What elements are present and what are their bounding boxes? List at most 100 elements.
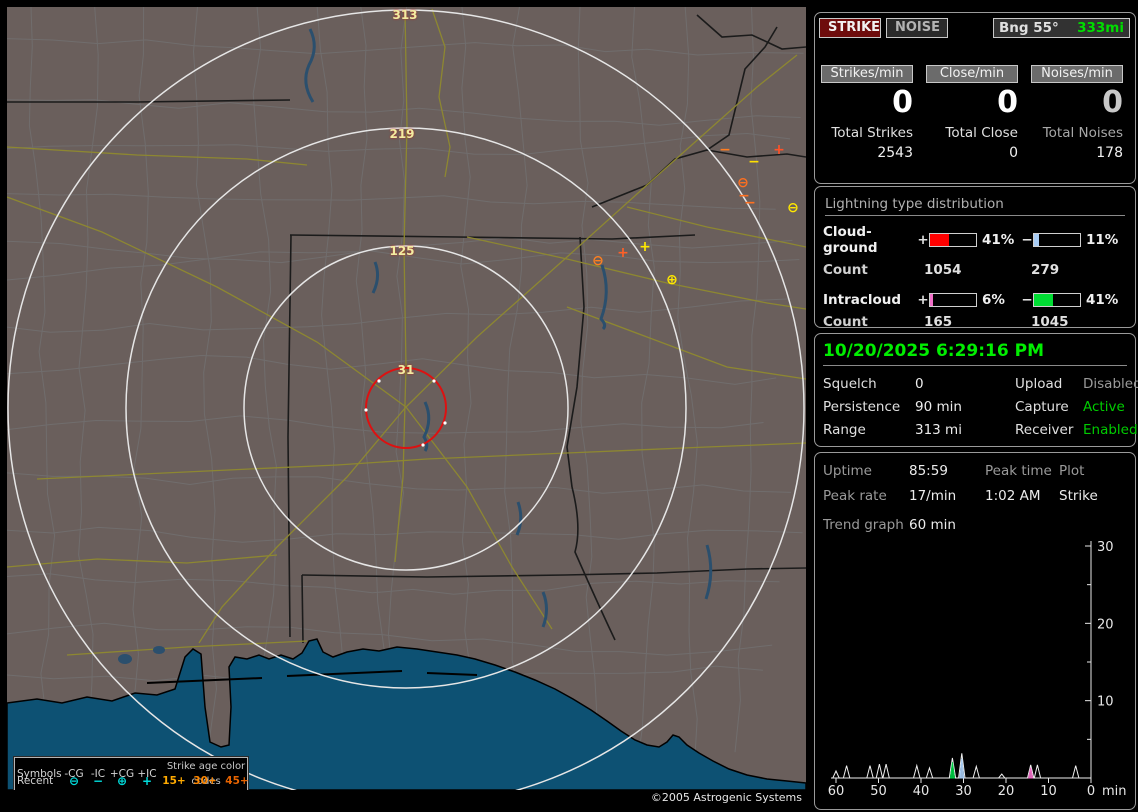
noise-mode-button[interactable]: NOISE	[886, 18, 948, 38]
svg-text:219: 219	[389, 127, 414, 141]
bearing-value: Bng 55°	[999, 20, 1059, 36]
strikes-per-min-value: 0	[892, 85, 913, 120]
svg-text:40: 40	[913, 784, 930, 799]
range-value: 313 mi	[915, 422, 962, 438]
noises-per-min-value: 0	[1102, 85, 1123, 120]
distance-value: 333mi	[1077, 20, 1124, 36]
recent-ic-pos-icon: +	[141, 774, 153, 788]
range-label: Range	[823, 422, 866, 438]
peak-rate-label: Peak rate	[823, 488, 887, 504]
plus-sign: +	[917, 292, 929, 308]
copyright-text: ©2005 Astrogenic Systems	[7, 790, 806, 810]
cg-neg-bar	[1033, 233, 1081, 247]
lightning-distribution-panel: Lightning type distribution Cloud-ground…	[814, 186, 1136, 330]
squelch-label: Squelch	[823, 376, 877, 392]
cg-neg-percent: 11%	[1086, 232, 1119, 248]
recent-cg-pos-icon: ⊕	[116, 774, 128, 788]
receiver-status: Enabled	[1083, 422, 1138, 438]
peak-rate-value: 17/min	[909, 488, 957, 504]
recent-cg-neg-icon: ⊖	[68, 774, 80, 788]
peak-time-label: Peak time	[985, 463, 1052, 479]
uptime-label: Uptime	[823, 463, 872, 479]
ic-count-label: Count	[823, 314, 868, 330]
persistence-label: Persistence	[823, 399, 901, 415]
ic-neg-count: 1045	[1031, 314, 1069, 330]
uptime-value: 85:59	[909, 463, 948, 479]
trend-graph-label: Trend graph	[823, 517, 904, 533]
svg-text:31: 31	[398, 363, 415, 377]
svg-text:0: 0	[1087, 784, 1095, 799]
svg-text:20: 20	[1097, 617, 1114, 632]
total-noises-value: 178	[1096, 145, 1123, 161]
close-per-min-value: 0	[997, 85, 1018, 120]
total-close-label: Total Close	[945, 125, 1018, 141]
svg-text:10: 10	[1040, 784, 1057, 799]
minus-sign: −	[1021, 292, 1033, 308]
ic-pos-percent: 6%	[982, 292, 1005, 308]
plot-label: Plot	[1059, 463, 1085, 479]
svg-text:−: −	[748, 154, 760, 170]
status-panel: 10/20/2025 6:29:16 PM Squelch 0 Upload D…	[814, 333, 1138, 447]
map-canvas[interactable]: 31321912531 − +−⊖−− ⊖++⊖⊕	[6, 6, 807, 807]
strike-trend-chart: 10 20 30 60 50 40 30 20 10 0 min	[828, 540, 1127, 799]
upload-status: Disabled	[1083, 376, 1138, 392]
lightning-map[interactable]: 313 219 125 31 − + − ⊖ − − ⊖ + + ⊖ ⊕ Symbols -CG -IC …	[6, 6, 807, 808]
persistence-value: 90 min	[915, 399, 962, 415]
distribution-title: Lightning type distribution	[825, 196, 1125, 216]
svg-text:30: 30	[1097, 540, 1114, 555]
bearing-display: Bng 55° 333mi	[993, 18, 1130, 38]
minus-sign: −	[1021, 232, 1033, 248]
capture-status: Active	[1083, 399, 1125, 415]
ic-pos-bar	[929, 293, 977, 307]
trend-graph-value: 60 min	[909, 517, 956, 533]
svg-text:−: −	[719, 142, 731, 158]
svg-text:313: 313	[392, 8, 417, 22]
plot-value: Strike	[1059, 488, 1098, 504]
age-15: 15+	[162, 775, 186, 787]
datetime-display: 10/20/2025 6:29:16 PM	[823, 341, 1127, 366]
age-30: 30+	[193, 775, 217, 787]
svg-text:−: −	[744, 195, 756, 211]
noises-per-min-button[interactable]: Noises/min	[1031, 65, 1123, 83]
recent-ic-neg-icon: −	[92, 774, 104, 788]
svg-text:+: +	[773, 142, 785, 158]
plus-sign: +	[917, 232, 929, 248]
cg-neg-count: 279	[1031, 262, 1060, 278]
strikes-per-min-button[interactable]: Strikes/min	[821, 65, 913, 83]
cg-pos-count: 1054	[924, 262, 962, 278]
peak-time-value: 1:02 AM	[985, 488, 1041, 504]
svg-text:min: min	[1102, 784, 1127, 799]
legend-recent-label: Recent	[17, 775, 54, 787]
svg-text:⊖: ⊖	[592, 253, 604, 269]
trend-panel: Uptime 85:59 Peak time Plot Peak rate 17…	[814, 452, 1136, 810]
strike-mode-button[interactable]: STRIKE	[819, 18, 881, 38]
close-per-min-button[interactable]: Close/min	[926, 65, 1018, 83]
svg-text:20: 20	[998, 784, 1015, 799]
stormvue-window: { "window": { "copyright": "©2005 Astrog…	[0, 0, 1138, 812]
svg-text:+: +	[617, 245, 629, 261]
svg-text:⊕: ⊕	[666, 272, 678, 288]
ic-neg-percent: 41%	[1086, 292, 1119, 308]
counter-panel: STRIKE NOISE Bng 55° 333mi Strikes/min 0…	[814, 12, 1136, 184]
svg-text:⊖: ⊖	[787, 200, 799, 216]
svg-text:+: +	[639, 239, 651, 255]
ic-neg-bar	[1033, 293, 1081, 307]
cg-pos-percent: 41%	[982, 232, 1015, 248]
squelch-value: 0	[915, 376, 924, 392]
ic-pos-count: 165	[924, 314, 953, 330]
total-close-value: 0	[1009, 145, 1018, 161]
svg-text:60: 60	[828, 784, 845, 799]
total-strikes-label: Total Strikes	[831, 125, 913, 141]
cg-count-label: Count	[823, 262, 868, 278]
svg-text:10: 10	[1097, 695, 1114, 710]
svg-text:125: 125	[389, 244, 414, 258]
capture-label: Capture	[1015, 399, 1069, 415]
total-noises-label: Total Noises	[1042, 125, 1123, 141]
age-45: 45+	[225, 775, 249, 787]
total-strikes-value: 2543	[877, 145, 913, 161]
cloud-ground-label: Cloud-ground	[823, 224, 878, 256]
receiver-label: Receiver	[1015, 422, 1074, 438]
intracloud-label: Intracloud	[823, 292, 902, 308]
upload-label: Upload	[1015, 376, 1063, 392]
svg-text:50: 50	[870, 784, 887, 799]
